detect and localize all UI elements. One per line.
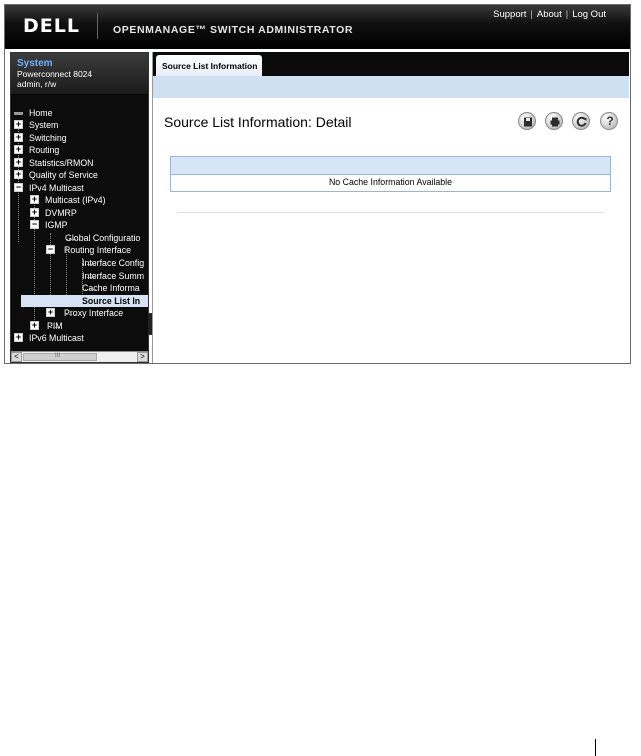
expand-plus-icon[interactable]: + — [30, 321, 39, 330]
app-window: DELL OPENMANAGE™ SWITCH ADMINISTRATOR Su… — [4, 4, 631, 364]
scroll-right-arrow[interactable]: > — [137, 352, 148, 362]
tree-item-label: Routing Interface — [64, 245, 131, 255]
logout-link[interactable]: Log Out — [572, 9, 606, 20]
refresh-icon — [576, 116, 587, 127]
logo-divider — [97, 13, 98, 39]
tree-item-label: PIM — [47, 321, 63, 331]
collapse-minus-icon[interactable]: − — [30, 220, 39, 229]
tree-item-label: Switching — [29, 133, 67, 143]
header-links: Support | About | Log Out — [493, 9, 606, 20]
tree-item-label: Source List In — [82, 296, 141, 306]
table-empty-message: No Cache Information Available — [328, 177, 453, 187]
tree-item-label: Quality of Service — [29, 170, 98, 180]
tree-item-switching[interactable]: + Switching — [11, 132, 148, 144]
help-button[interactable]: ? — [600, 112, 618, 130]
tree-item-label: Cache Informa — [82, 283, 140, 293]
link-separator: | — [530, 9, 533, 20]
tree-item-label: Multicast (IPv4) — [45, 195, 106, 205]
tree-item-interface-configuration[interactable]: Interface Config — [11, 257, 148, 269]
help-icon: ? — [606, 114, 614, 128]
tree-item-dvmrp[interactable]: + DVMRP — [11, 207, 148, 219]
tree-item-label: Proxy Interface — [64, 308, 124, 318]
about-link[interactable]: About — [537, 9, 562, 20]
tree-item-quality-of-service[interactable]: + Quality of Service — [11, 169, 148, 181]
tree-item-pim[interactable]: + PIM — [11, 320, 148, 332]
tree-item-label: IPv4 Multicast — [29, 183, 84, 193]
navigation-sidebar: System Powerconnect 8024 admin, r/w Home — [10, 52, 149, 363]
system-title: System — [17, 58, 53, 69]
tree-item-ipv4-multicast[interactable]: − IPv4 Multicast — [11, 182, 148, 194]
tree-item-label: IGMP — [45, 220, 68, 230]
collapse-minus-icon[interactable]: − — [46, 245, 55, 254]
sub-header-bar — [153, 76, 629, 98]
tree-item-label: Interface Summ — [82, 271, 145, 281]
save-icon — [524, 117, 532, 127]
tree-item-routing-interface[interactable]: − Routing Interface — [11, 244, 148, 256]
product-title: OPENMANAGE™ SWITCH ADMINISTRATOR — [113, 24, 354, 36]
expand-plus-icon[interactable]: + — [14, 170, 23, 179]
tree-item-igmp[interactable]: − IGMP — [11, 219, 148, 231]
home-icon — [14, 112, 23, 115]
print-icon — [550, 117, 560, 127]
page-title: Source List Information: Detail — [164, 114, 352, 130]
tree-item-routing[interactable]: + Routing — [11, 144, 148, 156]
save-button[interactable] — [518, 112, 536, 130]
expand-plus-icon[interactable]: + — [14, 145, 23, 154]
expand-plus-icon[interactable]: + — [30, 195, 39, 204]
content-divider — [177, 212, 605, 213]
tab-source-list-information[interactable]: Source List Information — [156, 55, 262, 76]
tree-item-proxy-interface[interactable]: + Proxy Interface — [11, 307, 148, 319]
support-link[interactable]: Support — [493, 9, 526, 20]
system-model: Powerconnect 8024 — [17, 69, 93, 79]
content-panel: Source List Information Source List Info… — [152, 52, 629, 363]
tree-item-interface-summary[interactable]: Interface Summ — [11, 270, 148, 282]
tree-item-multicast-ipv4[interactable]: + Multicast (IPv4) — [11, 194, 148, 206]
page-margin-line — [595, 739, 596, 756]
tree-item-label: DVMRP — [45, 208, 77, 218]
scrollbar-thumb[interactable]: III — [23, 353, 97, 361]
refresh-button[interactable] — [572, 112, 590, 130]
tree-item-label: Statistics/RMON — [29, 158, 94, 168]
source-list-table: No Cache Information Available — [170, 156, 611, 192]
tree-item-ipv6-multicast[interactable]: + IPv6 Multicast — [11, 332, 148, 344]
tree-item-statistics-rmon[interactable]: + Statistics/RMON — [11, 157, 148, 169]
tree-item-home[interactable]: Home — [11, 107, 148, 119]
expand-plus-icon[interactable]: + — [14, 133, 23, 142]
system-info-box: System Powerconnect 8024 admin, r/w — [11, 53, 148, 95]
tab-bar: Source List Information — [153, 52, 629, 76]
expand-plus-icon[interactable]: + — [14, 120, 23, 129]
expand-plus-icon[interactable]: + — [14, 333, 23, 342]
tree-item-label: Home — [29, 108, 53, 118]
print-button[interactable] — [545, 112, 563, 130]
tree-item-label: Interface Config — [82, 258, 145, 268]
scroll-left-arrow[interactable]: < — [11, 352, 22, 362]
tree-item-label: Routing — [29, 145, 60, 155]
tree-item-label: System — [29, 120, 59, 130]
tree-item-label: IPv6 Multicast — [29, 333, 84, 343]
tree-item-source-list-information[interactable]: Source List In — [21, 295, 148, 307]
system-user: admin, r/w — [17, 79, 57, 89]
tree-item-cache-information[interactable]: Cache Informa — [11, 282, 148, 294]
tree-item-label: Global Configuratio — [65, 233, 141, 243]
top-header-bar: DELL OPENMANAGE™ SWITCH ADMINISTRATOR Su… — [5, 5, 630, 49]
horizontal-scrollbar[interactable]: < III > — [11, 351, 148, 362]
dell-logo: DELL — [23, 15, 80, 37]
navigation-tree: Home + System + Switching + Routing + St… — [11, 106, 148, 349]
expand-plus-icon[interactable]: + — [14, 158, 23, 167]
tree-item-global-configuration[interactable]: Global Configuratio — [11, 232, 148, 244]
scrollbar-grip: III — [55, 353, 61, 359]
table-header — [171, 157, 610, 175]
expand-plus-icon[interactable]: + — [30, 208, 39, 217]
collapse-minus-icon[interactable]: − — [14, 183, 23, 192]
tree-item-system[interactable]: + System — [11, 119, 148, 131]
link-separator: | — [565, 9, 569, 20]
expand-plus-icon[interactable]: + — [46, 308, 55, 317]
